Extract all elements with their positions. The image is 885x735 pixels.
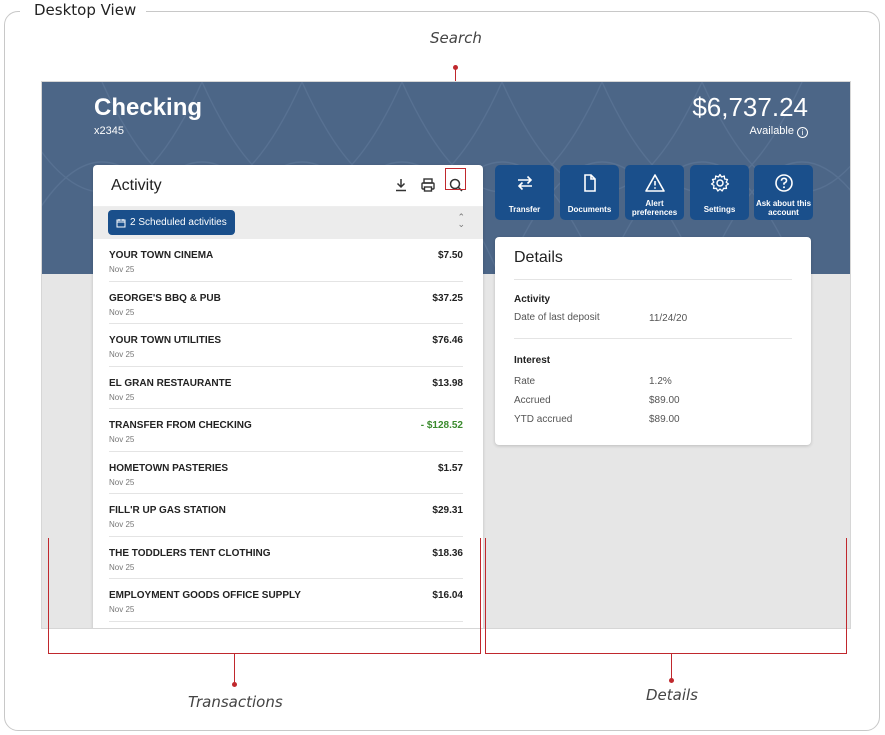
account-number: x2345 <box>94 125 124 137</box>
transaction-row[interactable]: EL GRAN RESTAURANTE Nov 25 $13.98 <box>109 367 463 409</box>
transaction-date: Nov 25 <box>109 265 135 274</box>
transaction-date: Nov 25 <box>109 605 135 614</box>
accrued-value: $89.00 <box>649 395 680 406</box>
transaction-row[interactable]: THE TODDLERS TENT CLOTHING Nov 25 $18.36 <box>109 537 463 579</box>
frame-title: Desktop View <box>20 0 147 20</box>
transaction-amount: $37.25 <box>432 292 463 304</box>
settings-label: Settings <box>703 205 736 214</box>
transaction-row[interactable]: TRANSFER FROM CHECKING Nov 25 - $128.52 <box>109 409 463 452</box>
calendar-icon <box>116 218 126 227</box>
transaction-amount: $76.46 <box>432 335 463 346</box>
details-interest-heading: Interest <box>514 355 551 366</box>
details-divider <box>514 338 792 339</box>
transaction-date: Nov 25 <box>109 435 135 444</box>
transfer-button[interactable]: Transfer <box>495 165 554 220</box>
transaction-name: THE TODDLERS TENT CLOTHING <box>109 547 271 559</box>
transaction-name: YOUR TOWN CINEMA <box>109 250 214 261</box>
search-highlight-box <box>445 168 466 190</box>
ask-about-account-label: Ask about this account <box>755 199 812 217</box>
scheduled-activities-label: 2 Scheduled activities <box>130 217 227 228</box>
transaction-date: Nov 25 <box>109 562 135 572</box>
ytd-accrued-value: $89.00 <box>649 414 680 425</box>
app-screen: Checking x2345 $6,737.24 Available i Acti… <box>41 81 851 629</box>
available-label-row: Available i <box>750 125 808 138</box>
activity-header: Activity <box>93 165 483 207</box>
transaction-name: TRANSFER FROM CHECKING <box>109 420 252 431</box>
details-divider <box>514 279 792 280</box>
scheduled-bar: 2 Scheduled activities ⌃ ⌄ <box>93 207 483 239</box>
transaction-amount: $7.50 <box>437 250 463 261</box>
transaction-row[interactable]: GEORGE'S BBQ & PUB Nov 25 $37.25 <box>109 282 463 324</box>
expand-chevron-icon[interactable]: ⌃ ⌄ <box>457 213 465 229</box>
transaction-date: Nov 25 <box>109 392 135 402</box>
transaction-amount: $18.36 <box>432 547 463 559</box>
transaction-row[interactable]: FILL'R UP GAS STATION Nov 25 $29.31 <box>109 494 463 537</box>
last-deposit-label: Date of last deposit <box>514 312 600 323</box>
search-annotation-label: Search <box>430 29 482 47</box>
transaction-amount: $16.04 <box>432 590 463 601</box>
alert-preferences-button[interactable]: Alert preferences <box>625 165 684 220</box>
details-bracket-left <box>485 538 486 654</box>
documents-label: Documents <box>567 205 612 214</box>
transaction-amount: - $128.52 <box>420 420 463 431</box>
transaction-row[interactable]: HOMETOWN PASTERIES Nov 25 $1.57 <box>109 452 463 494</box>
transactions-bracket-left <box>48 538 49 654</box>
alert-icon <box>644 174 665 192</box>
question-icon <box>774 174 793 192</box>
print-icon[interactable] <box>420 177 436 193</box>
details-annotation-dot <box>669 678 674 683</box>
available-label: Available <box>749 125 794 137</box>
transaction-row[interactable]: EMPLOYMENT GOODS OFFICE SUPPLY Nov 25 $1… <box>109 579 463 622</box>
scheduled-activities-button[interactable]: 2 Scheduled activities <box>108 210 235 235</box>
transactions-bracket-bottom <box>48 653 481 654</box>
ask-about-account-button[interactable]: Ask about this account <box>754 165 813 220</box>
transaction-amount: $1.57 <box>437 462 463 474</box>
transaction-list: YOUR TOWN CINEMA Nov 25 $7.50 GEORGE'S B… <box>93 239 483 622</box>
accrued-label: Accrued <box>514 395 551 406</box>
ytd-accrued-label: YTD accrued <box>514 414 573 425</box>
transaction-amount: $29.31 <box>432 505 463 516</box>
details-card: Details Activity Date of last deposit 11… <box>495 237 811 445</box>
download-icon[interactable] <box>393 177 409 193</box>
activity-title: Activity <box>111 177 162 194</box>
transactions-bracket-right <box>480 538 481 654</box>
transfer-icon <box>517 175 532 191</box>
transactions-annotation-line <box>234 654 235 684</box>
last-deposit-value: 11/24/20 <box>649 313 688 324</box>
details-bracket-right <box>846 538 847 654</box>
transactions-annotation-dot <box>232 682 237 687</box>
transaction-date: Nov 25 <box>109 477 135 487</box>
settings-button[interactable]: Settings <box>690 165 749 220</box>
transaction-date: Nov 25 <box>109 307 135 317</box>
transaction-date: Nov 25 <box>109 350 135 359</box>
rate-value: 1.2% <box>649 376 672 387</box>
rate-label: Rate <box>514 376 536 387</box>
activity-card: Activity 2 Scheduled activities ⌃ ⌄ YOUR… <box>93 165 483 628</box>
gear-icon <box>710 173 729 192</box>
transaction-name: GEORGE'S BBQ & PUB <box>109 292 221 304</box>
details-activity-heading: Activity <box>514 294 551 305</box>
transaction-date: Nov 25 <box>109 520 135 529</box>
details-title: Details <box>514 249 563 266</box>
transaction-name: HOMETOWN PASTERIES <box>109 462 229 474</box>
info-icon[interactable]: i <box>797 127 808 138</box>
details-bracket-bottom <box>485 653 847 654</box>
details-annotation-label: Details <box>646 686 699 704</box>
transaction-name: EL GRAN RESTAURANTE <box>109 377 232 389</box>
transaction-row[interactable]: YOUR TOWN CINEMA Nov 25 $7.50 <box>109 239 463 282</box>
transaction-name: EMPLOYMENT GOODS OFFICE SUPPLY <box>109 590 301 601</box>
transactions-annotation-label: Transactions <box>188 693 283 711</box>
transfer-label: Transfer <box>508 205 541 214</box>
available-balance: $6,737.24 <box>692 92 808 122</box>
document-icon <box>583 174 596 192</box>
account-name: Checking <box>94 94 203 121</box>
transaction-name: YOUR TOWN UTILITIES <box>109 335 222 346</box>
alert-preferences-label: Alert preferences <box>631 199 678 217</box>
transaction-name: FILL'R UP GAS STATION <box>109 505 226 516</box>
transaction-amount: $13.98 <box>432 377 463 389</box>
details-annotation-line <box>671 654 672 680</box>
transaction-row[interactable]: YOUR TOWN UTILITIES Nov 25 $76.46 <box>109 324 463 367</box>
documents-button[interactable]: Documents <box>560 165 619 220</box>
